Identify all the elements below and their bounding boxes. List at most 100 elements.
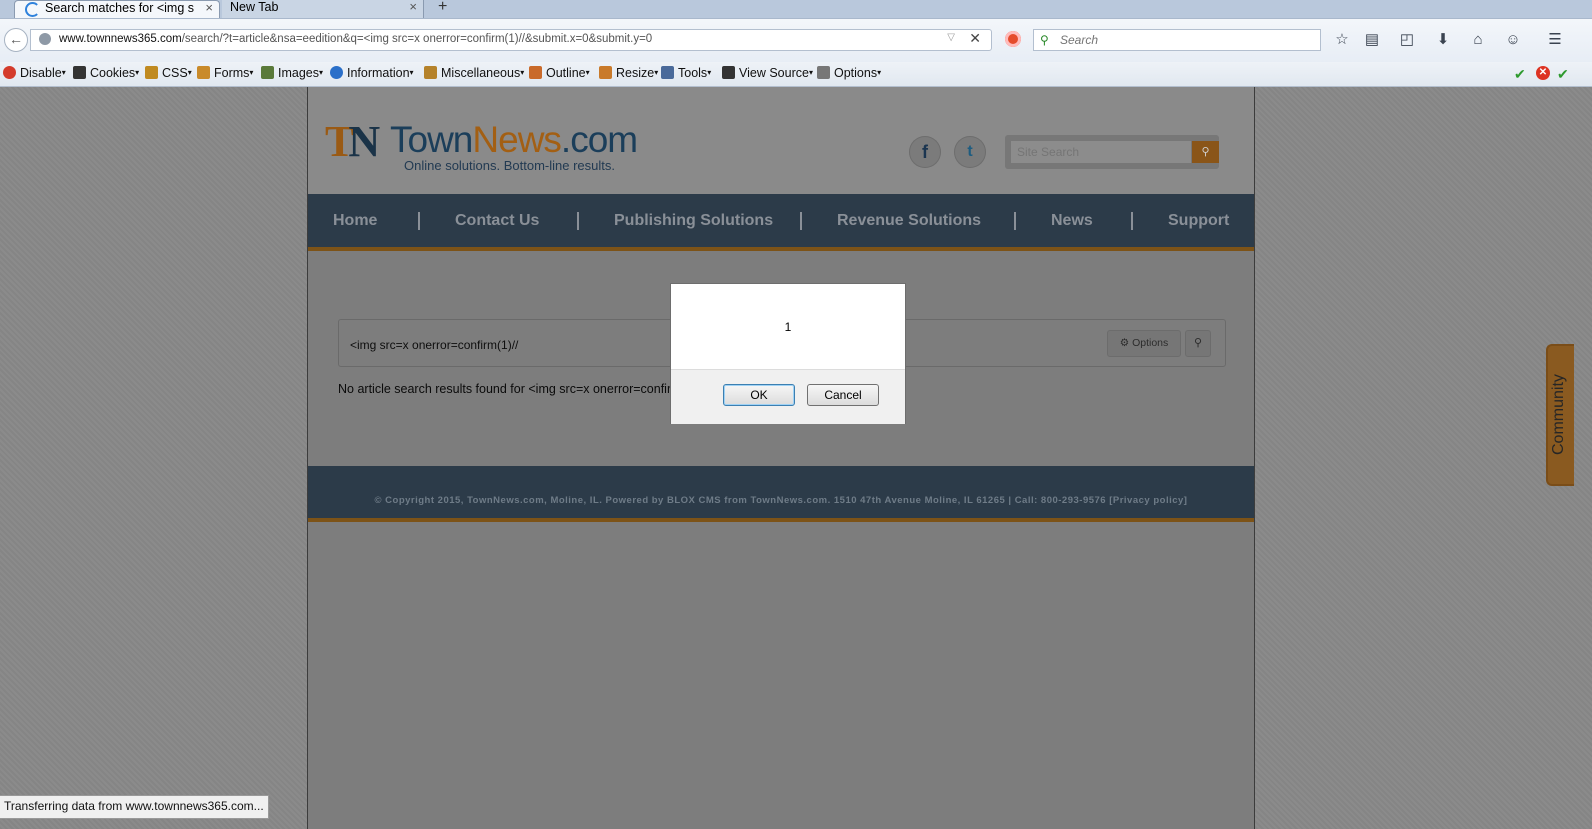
logo-news: News xyxy=(472,119,562,160)
site-search-button[interactable]: ⚲ xyxy=(1192,141,1219,163)
logo-town: Town xyxy=(390,119,473,160)
nav-home[interactable]: Home xyxy=(333,212,377,230)
stop-loading-icon[interactable]: ✕ xyxy=(969,30,981,47)
site-footer: © Copyright 2015, TownNews.com, Moline, … xyxy=(308,466,1254,522)
home-icon[interactable]: ⌂ xyxy=(1468,30,1488,50)
wd-label: CSS xyxy=(162,66,188,80)
url-path: /search/?t=article&nsa=eedition&q=<img s… xyxy=(181,33,653,45)
site-search-input[interactable] xyxy=(1011,141,1191,163)
site-search: ⚲ xyxy=(1005,135,1219,169)
gear-icon: ⚙ xyxy=(1119,337,1133,349)
cookies-icon xyxy=(73,66,86,79)
wd-label: Outline xyxy=(546,66,586,80)
back-button[interactable]: ← xyxy=(4,28,28,52)
wd-label: Information xyxy=(347,66,410,80)
url-text: www.townnews365.com/search/?t=article&ns… xyxy=(59,33,652,45)
history-dropdown-icon[interactable]: ▽ xyxy=(947,32,955,43)
wd-menu-css[interactable]: CSS▾ xyxy=(145,66,192,80)
article-search-button[interactable]: ⚲ xyxy=(1185,330,1211,357)
chat-icon[interactable]: ☺ xyxy=(1503,30,1523,50)
images-icon xyxy=(261,66,274,79)
wd-menu-forms[interactable]: Forms▾ xyxy=(197,66,253,80)
wd-menu-view-source[interactable]: View Source▾ xyxy=(722,66,813,80)
wd-label: Forms xyxy=(214,66,250,80)
nav-separator xyxy=(1014,212,1016,230)
search-input[interactable] xyxy=(1058,32,1312,48)
wd-label: Options xyxy=(834,66,878,80)
article-search-value[interactable]: <img src=x onerror=confirm(1)// xyxy=(350,338,518,352)
nav-separator xyxy=(1131,212,1133,230)
twitter-icon[interactable]: t xyxy=(954,136,986,168)
options-label: Options xyxy=(1132,337,1169,349)
logo-mark[interactable]: TN xyxy=(325,120,380,164)
site-header: TN TownNews.com Online solutions. Bottom… xyxy=(308,87,1254,194)
community-tab[interactable]: Community xyxy=(1546,344,1574,486)
logo-text[interactable]: TownNews.com xyxy=(390,119,638,160)
tab-new-tab[interactable]: New Tab × xyxy=(222,0,424,18)
pocket-icon[interactable]: ◰ xyxy=(1397,30,1417,50)
tab-close-icon[interactable]: × xyxy=(409,0,417,14)
view-source-icon xyxy=(722,66,735,79)
wd-label: View Source xyxy=(739,66,809,80)
js-error-icon[interactable]: ✕ xyxy=(1536,66,1550,80)
tab-label: Search matches for <img s... xyxy=(45,1,195,15)
tab-search-matches[interactable]: Search matches for <img s... × xyxy=(14,0,220,18)
bookmark-star-icon[interactable]: ☆ xyxy=(1332,30,1352,50)
information-icon xyxy=(330,66,343,79)
globe-icon xyxy=(39,33,51,45)
dialog-button-bar: OK Cancel xyxy=(671,369,905,424)
cancel-button[interactable]: Cancel xyxy=(807,384,879,406)
wd-menu-disable[interactable]: Disable▾ xyxy=(3,66,66,80)
wd-label: Miscellaneous xyxy=(441,66,521,80)
logo-mark-n: N xyxy=(348,117,380,166)
tools-icon xyxy=(661,66,674,79)
ok-button[interactable]: OK xyxy=(723,384,795,406)
nav-publishing-solutions[interactable]: Publishing Solutions xyxy=(614,212,773,230)
bookmarks-menu-icon[interactable]: ▤ xyxy=(1362,30,1382,50)
wd-menu-options[interactable]: Options▾ xyxy=(817,66,881,80)
nav-support[interactable]: Support xyxy=(1168,212,1229,230)
wd-menu-resize[interactable]: Resize▾ xyxy=(599,66,658,80)
wd-label: Disable xyxy=(20,66,62,80)
wd-menu-tools[interactable]: Tools▾ xyxy=(661,66,711,80)
no-results-message: No article search results found for <img… xyxy=(338,382,682,396)
wd-menu-cookies[interactable]: Cookies▾ xyxy=(73,66,139,80)
navigation-toolbar: ← www.townnews365.com/search/?t=article&… xyxy=(0,18,1592,63)
search-engine-icon[interactable]: ⚲ xyxy=(1040,33,1049,47)
css-valid-check-icon[interactable]: ✔ xyxy=(1514,66,1526,83)
nav-revenue-solutions[interactable]: Revenue Solutions xyxy=(837,212,981,230)
new-tab-button[interactable]: + xyxy=(438,0,447,16)
wd-menu-miscellaneous[interactable]: Miscellaneous▾ xyxy=(424,66,524,80)
forms-icon xyxy=(197,66,210,79)
wd-menu-outline[interactable]: Outline▾ xyxy=(529,66,590,80)
url-bar[interactable]: www.townnews365.com/search/?t=article&ns… xyxy=(30,29,992,51)
back-arrow-icon: ← xyxy=(9,31,23,47)
nav-separator xyxy=(577,212,579,230)
wd-label: Cookies xyxy=(90,66,136,80)
outline-icon xyxy=(529,66,542,79)
nav-separator xyxy=(800,212,802,230)
community-label: Community xyxy=(1550,374,1567,455)
nav-contact-us[interactable]: Contact Us xyxy=(455,212,539,230)
wd-menu-images[interactable]: Images▾ xyxy=(261,66,323,80)
page-viewport: TN TownNews.com Online solutions. Bottom… xyxy=(0,87,1592,829)
miscellaneous-icon xyxy=(424,66,437,79)
tab-close-icon[interactable]: × xyxy=(205,1,213,15)
menu-icon[interactable]: ☰ xyxy=(1545,30,1565,50)
css-icon xyxy=(145,66,158,79)
wd-menu-information[interactable]: Information▾ xyxy=(330,66,414,80)
html-valid-check-icon[interactable]: ✔ xyxy=(1557,66,1569,83)
tab-label: New Tab xyxy=(230,0,279,14)
dialog-message: 1 xyxy=(784,320,792,334)
resize-icon xyxy=(599,66,612,79)
search-bar[interactable]: ⚲ xyxy=(1033,29,1321,51)
status-bar: Transferring data from www.townnews365.c… xyxy=(0,795,269,819)
downloads-icon[interactable]: ⬇ xyxy=(1433,30,1453,50)
confirm-dialog: 1 OK Cancel xyxy=(670,283,906,424)
facebook-icon[interactable]: f xyxy=(909,136,941,168)
main-navigation: Home Contact Us Publishing Solutions Rev… xyxy=(308,194,1254,251)
search-options-button[interactable]: ⚙ Options xyxy=(1107,330,1181,357)
nav-news[interactable]: News xyxy=(1051,212,1093,230)
options-icon xyxy=(817,66,830,79)
adblock-icon[interactable] xyxy=(1005,31,1021,47)
